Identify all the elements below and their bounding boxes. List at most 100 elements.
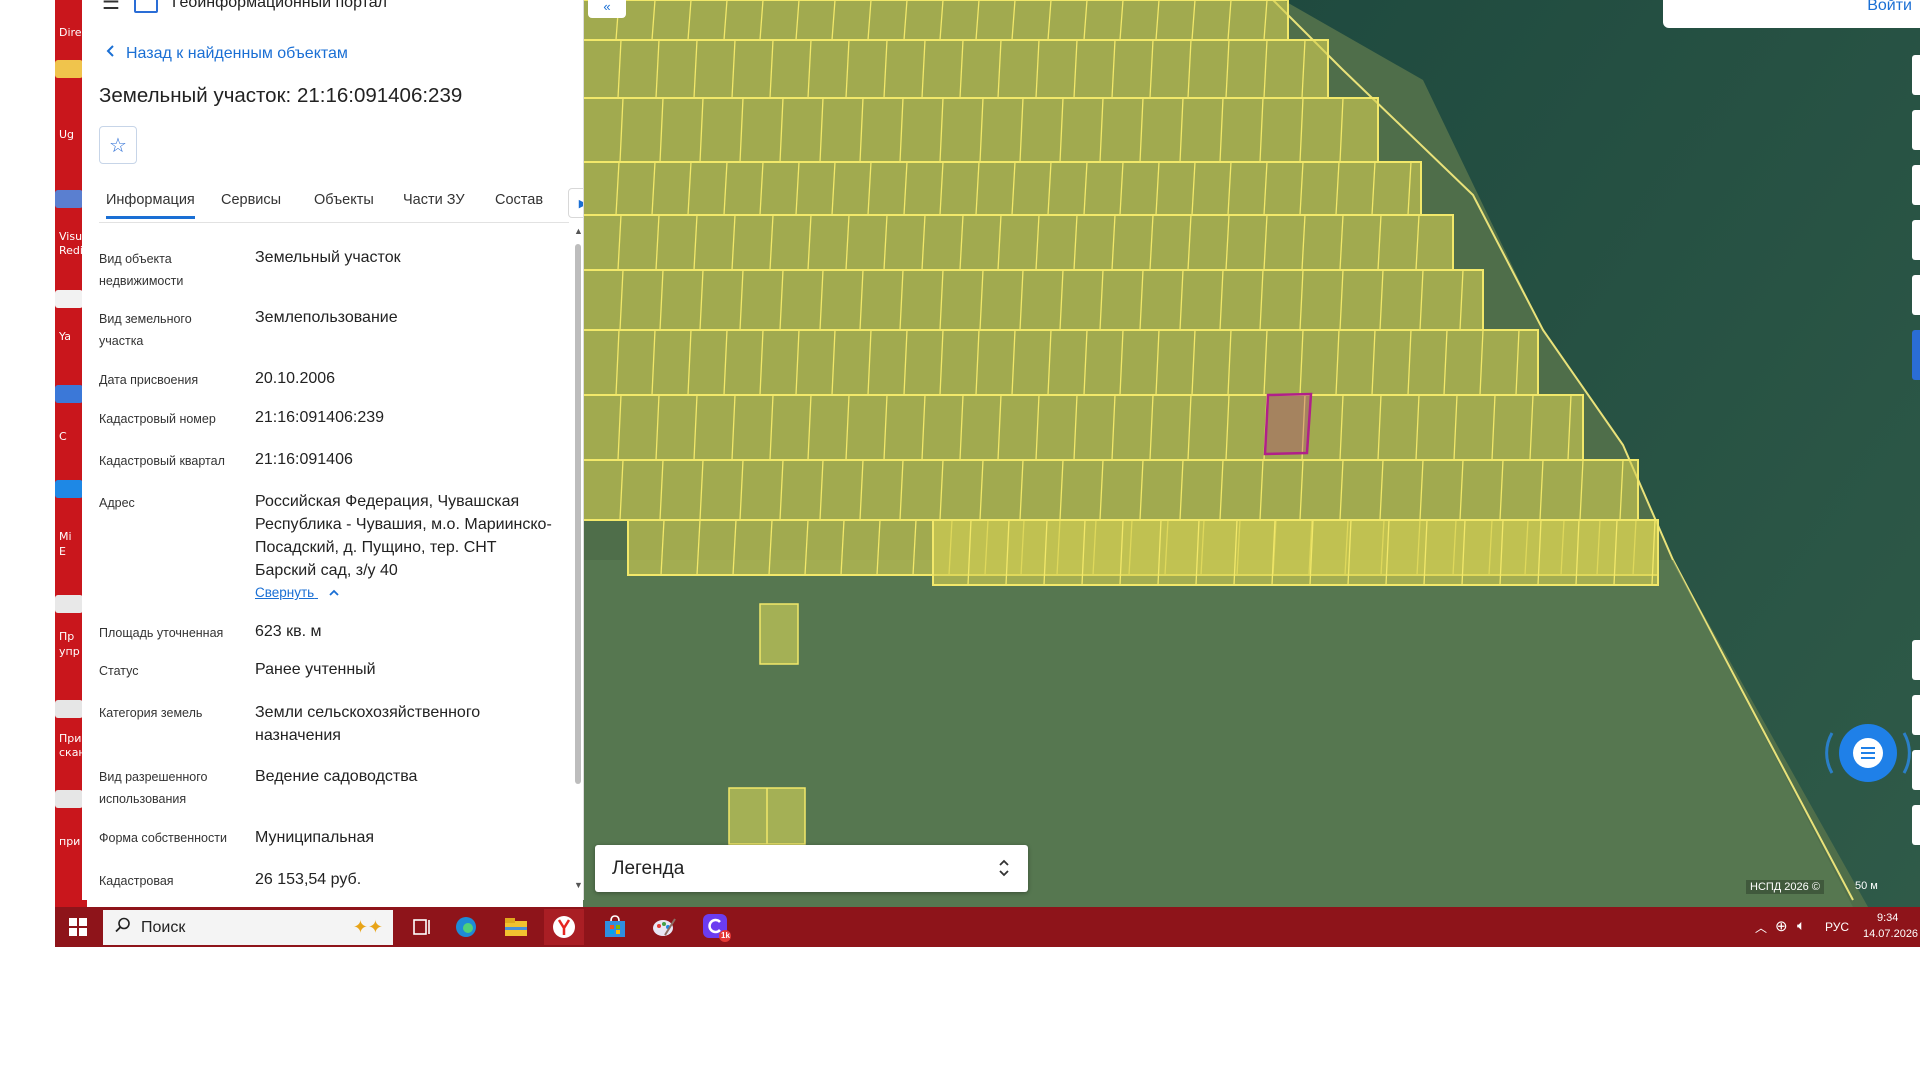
desktop-icon-label: Dire — [59, 26, 82, 39]
chevron-left-icon — [106, 44, 116, 63]
desktop-icon-label: E — [59, 545, 66, 558]
star-icon: ☆ — [109, 134, 127, 157]
map-control[interactable] — [1912, 805, 1920, 845]
field-label: Кадастровый квартал — [99, 454, 225, 468]
field-value: 623 кв. м — [255, 623, 322, 640]
chevron-up-icon[interactable]: ︿ — [1755, 919, 1767, 936]
tab-parts[interactable]: Части ЗУ — [403, 192, 465, 208]
field-label: Вид разрешенного использования — [99, 770, 208, 806]
collapse-panel-button[interactable]: « — [588, 0, 626, 18]
login-bar: Войти — [1663, 0, 1920, 28]
tab-composition[interactable]: Состав — [495, 192, 543, 208]
parcel-row[interactable] — [583, 161, 1422, 216]
file-explorer-icon[interactable] — [503, 915, 529, 939]
legend-dropdown[interactable]: Легенда — [595, 845, 1028, 892]
desktop-icon-label: Redi — [59, 244, 83, 257]
field-value: 20.10.2006 — [255, 370, 336, 387]
login-button[interactable]: Войти — [1867, 0, 1912, 15]
portal-logo-icon — [133, 0, 158, 13]
desktop-icon-label: Пр — [59, 630, 75, 643]
speaker-icon[interactable]: 🔈︎ — [1797, 917, 1805, 934]
favorite-button[interactable]: ☆ — [99, 126, 137, 164]
scroll-down-icon[interactable]: ▼ — [574, 880, 583, 890]
desktop-icon-label: Visu — [59, 230, 83, 243]
map-attribution: НСПД 2026 © — [1746, 880, 1824, 894]
sparkle-icon: ✦✦ — [352, 917, 383, 937]
field-label: Форма собственности — [99, 831, 227, 845]
desktop-icon-label: При — [59, 732, 82, 745]
paint-icon[interactable] — [651, 915, 677, 939]
back-to-results-link[interactable]: Назад к найденным объектам — [106, 44, 348, 63]
chevron-right-icon: ▶ — [579, 197, 583, 210]
desktop-icon[interactable] — [55, 700, 83, 718]
field-label: Вид объекта недвижимости — [99, 252, 184, 288]
collapse-label: Свернуть — [255, 585, 315, 600]
map-view[interactable] — [583, 0, 1920, 907]
yandex-browser-icon[interactable] — [544, 909, 584, 945]
map-canvas[interactable] — [583, 0, 1920, 907]
desktop-icon-label: Ya — [59, 330, 71, 343]
desktop-icon[interactable] — [55, 290, 83, 308]
map-control[interactable] — [1912, 220, 1920, 260]
scroll-up-icon[interactable]: ▲ — [574, 226, 583, 236]
field-value: Ранее учтенный — [255, 661, 376, 678]
desktop-icon[interactable] — [55, 480, 83, 498]
tab-information[interactable]: Информация — [106, 192, 195, 219]
windows-start-icon[interactable] — [69, 918, 87, 941]
parcel-row[interactable] — [932, 519, 1659, 586]
taskbar-search[interactable]: Поиск ✦✦ — [103, 910, 393, 945]
map-control[interactable] — [1912, 640, 1920, 680]
clock-date[interactable]: 14.07.2026 — [1863, 928, 1918, 940]
scrollbar[interactable]: ▲ ▼ — [572, 226, 583, 890]
chat-button[interactable] — [1820, 718, 1916, 788]
field-value: Российская Федерация, Чувашская Республи… — [255, 493, 552, 579]
desktop-icon-label: при — [59, 835, 81, 848]
taskbar: Поиск ✦✦ 1k ︿ ⊕ 🔈︎ РУС 9:34 14.07.2026 — [55, 907, 1920, 947]
field-label: Дата присвоения — [99, 373, 199, 387]
scrollbar-thumb[interactable] — [575, 244, 581, 784]
field-label: Вид земельного участка — [99, 312, 192, 348]
messenger-app-icon[interactable]: 1k — [698, 911, 734, 943]
field-label: Кадастровая — [99, 874, 174, 888]
page-title: Земельный участок: 21:16:091406:239 — [99, 84, 463, 107]
field-value: Ведение садоводства — [255, 768, 418, 785]
clock-time[interactable]: 9:34 — [1877, 912, 1898, 924]
globe-icon[interactable]: ⊕ — [1775, 917, 1788, 935]
scale-label: 50 м — [1855, 880, 1878, 892]
map-control[interactable] — [1912, 55, 1920, 95]
field-label: Статус — [99, 664, 139, 678]
field-value: Муниципальная — [255, 829, 375, 846]
desktop-icon-label: Mi — [59, 530, 72, 543]
map-control-active[interactable] — [1912, 330, 1920, 380]
language-indicator[interactable]: РУС — [1825, 920, 1849, 934]
edge-icon[interactable] — [453, 915, 479, 939]
parcel[interactable] — [759, 603, 799, 665]
notification-badge: 1k — [721, 931, 730, 940]
task-view-icon[interactable] — [408, 915, 434, 939]
search-icon — [115, 917, 131, 938]
desktop-icon[interactable] — [55, 790, 83, 808]
map-control[interactable] — [1912, 110, 1920, 150]
tabs-next-button[interactable]: ▶ — [568, 188, 583, 218]
field-label: Кадастровый номер — [99, 412, 216, 426]
search-placeholder: Поиск — [141, 918, 186, 936]
parcel-row[interactable] — [583, 269, 1484, 331]
store-icon[interactable] — [602, 915, 628, 939]
desktop-icon-label: упр — [59, 645, 80, 658]
collapse-address-link[interactable]: Свернуть — [255, 585, 340, 600]
tab-services[interactable]: Сервисы — [221, 192, 281, 208]
map-control[interactable] — [1912, 275, 1920, 315]
field-label: Категория земель — [99, 706, 203, 720]
desktop-icon-label: C — [59, 430, 67, 443]
desktop-icon[interactable] — [55, 190, 83, 208]
desktop-icon[interactable] — [55, 385, 83, 403]
selected-parcel[interactable] — [1263, 392, 1313, 456]
map-control[interactable] — [1912, 165, 1920, 205]
menu-icon[interactable]: ☰ — [102, 0, 120, 15]
parcel-row[interactable] — [583, 214, 1454, 271]
tab-objects[interactable]: Объекты — [314, 192, 374, 208]
desktop-icon[interactable] — [55, 60, 83, 78]
field-value: 21:16:091406:239 — [255, 409, 385, 426]
field-value: 26 153,54 руб. — [255, 871, 362, 888]
desktop-icon[interactable] — [55, 595, 83, 613]
